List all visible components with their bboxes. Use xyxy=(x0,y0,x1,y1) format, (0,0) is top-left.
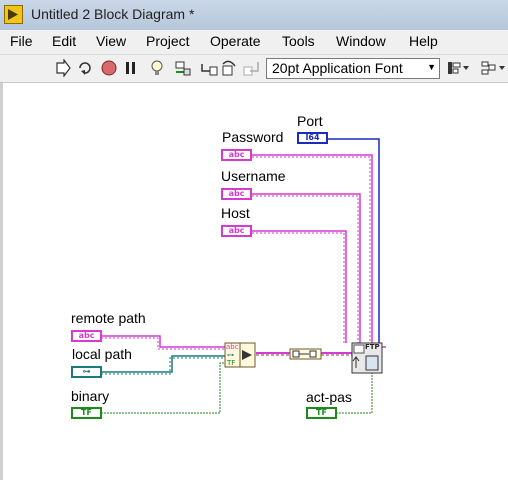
label-password: Password xyxy=(222,129,284,145)
act-pas-terminal[interactable]: TF xyxy=(306,407,337,419)
port-terminal[interactable]: I64 xyxy=(297,132,328,144)
label-act-pas: act-pas xyxy=(306,389,352,405)
port-terminal-type: I64 xyxy=(305,133,320,142)
wire-username[interactable] xyxy=(252,193,361,343)
label-username: Username xyxy=(221,168,286,184)
act-pas-terminal-type: TF xyxy=(316,408,327,417)
remote-path-terminal[interactable]: abc xyxy=(71,330,102,342)
wire-username-shadow xyxy=(252,195,359,343)
wire-host[interactable] xyxy=(252,230,347,343)
label-binary: binary xyxy=(71,388,110,404)
remote-path-terminal-type: abc xyxy=(78,331,95,340)
ftp-node-label: FTP xyxy=(365,343,380,351)
wire-binary[interactable] xyxy=(101,362,225,414)
password-terminal-type: abc xyxy=(228,150,245,159)
username-terminal[interactable]: abc xyxy=(221,188,252,200)
label-remote-path: remote path xyxy=(71,310,146,326)
host-terminal-type: abc xyxy=(228,226,245,235)
password-terminal[interactable]: abc xyxy=(221,149,252,161)
bundle-row-bool: TF xyxy=(227,359,236,367)
binary-terminal-type: TF xyxy=(81,408,92,417)
binary-terminal[interactable]: TF xyxy=(71,407,102,419)
wire-host-shadow xyxy=(252,232,345,343)
cluster-constant-node[interactable] xyxy=(289,348,322,360)
label-local-path: local path xyxy=(72,346,132,362)
bundle-row-string: abc xyxy=(226,343,239,351)
label-port: Port xyxy=(297,113,323,129)
label-host: Host xyxy=(221,205,250,221)
wire-password-shadow xyxy=(252,156,371,343)
host-terminal[interactable]: abc xyxy=(221,225,252,237)
username-terminal-type: abc xyxy=(228,189,245,198)
local-path-terminal-type: ⊶ xyxy=(82,367,91,376)
bundle-row-path: ⊶ xyxy=(227,351,234,359)
local-path-terminal[interactable]: ⊶ xyxy=(71,366,102,378)
